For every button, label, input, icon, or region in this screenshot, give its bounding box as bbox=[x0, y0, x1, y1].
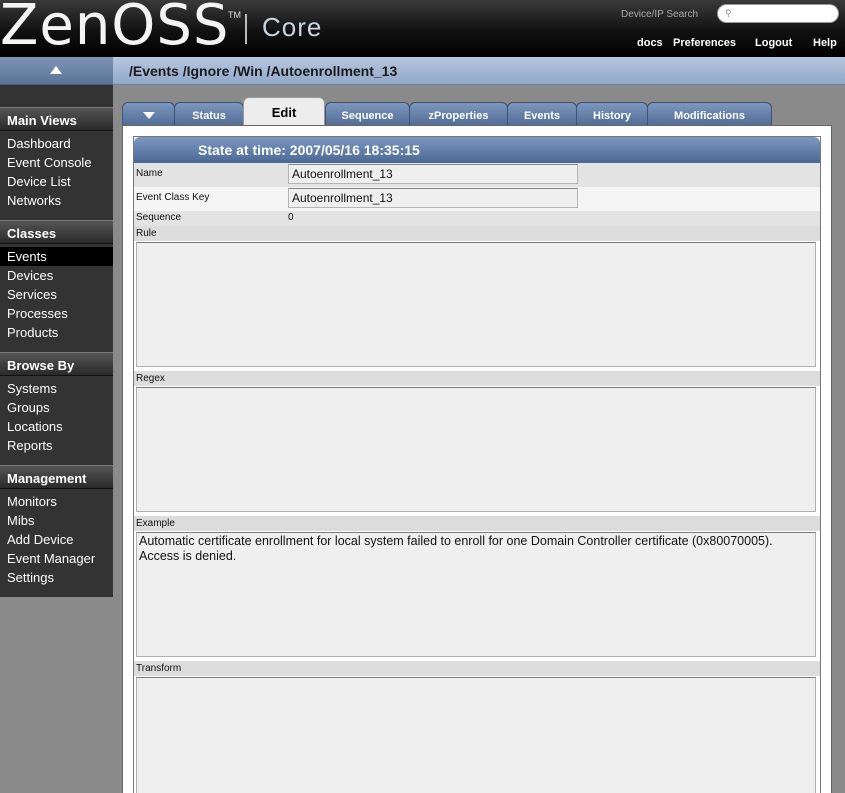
tab-menu-dropdown[interactable] bbox=[122, 102, 175, 126]
search-label: Device/IP Search bbox=[621, 9, 699, 20]
sidebar-item-event-console[interactable]: Event Console bbox=[0, 153, 113, 172]
search-box[interactable]: ⚲ bbox=[717, 4, 839, 23]
breadcrumb: /Events /Ignore /Win /Autoenrollment_13 bbox=[129, 63, 398, 79]
transform-label: Transform bbox=[134, 661, 820, 676]
example-textarea[interactable]: Automatic certificate enrollment for loc… bbox=[136, 532, 816, 657]
search-input[interactable] bbox=[736, 7, 831, 21]
sequence-value: 0 bbox=[288, 212, 294, 223]
sidebar-item-events[interactable]: Events bbox=[0, 247, 113, 266]
sidebar-item-device-list[interactable]: Device List bbox=[0, 172, 113, 191]
tab-sequence[interactable]: Sequence bbox=[325, 102, 410, 126]
tab-history[interactable]: History bbox=[576, 102, 648, 126]
transform-textarea[interactable] bbox=[136, 677, 816, 793]
sidebar: Main Views Dashboard Event Console Devic… bbox=[0, 85, 113, 597]
logo-divider bbox=[245, 14, 247, 44]
sidebar-item-networks[interactable]: Networks bbox=[0, 191, 113, 210]
sidebar-item-groups[interactable]: Groups bbox=[0, 398, 113, 417]
logo-trademark: TM bbox=[228, 10, 241, 20]
sidebar-section-main-views: Main Views bbox=[0, 107, 113, 131]
name-field[interactable] bbox=[288, 164, 578, 184]
tab-modifications[interactable]: Modifications bbox=[647, 102, 772, 126]
edit-form: State at time: 2007/05/16 18:35:15 Name … bbox=[133, 136, 821, 793]
regex-textarea[interactable] bbox=[136, 387, 816, 512]
dropdown-arrow-icon bbox=[142, 112, 155, 119]
sidebar-section-browse-by: Browse By bbox=[0, 352, 113, 376]
tab-zproperties[interactable]: zProperties bbox=[409, 102, 508, 126]
tab-bar: Status Edit Sequence zProperties Events … bbox=[122, 97, 772, 127]
sidebar-section-management: Management bbox=[0, 465, 113, 489]
event-class-key-label: Event Class Key bbox=[136, 192, 210, 203]
sidebar-item-services[interactable]: Services bbox=[0, 285, 113, 304]
sidebar-item-event-manager[interactable]: Event Manager bbox=[0, 549, 113, 568]
collapse-arrow-icon bbox=[50, 66, 62, 74]
rule-label: Rule bbox=[134, 226, 820, 241]
name-label: Name bbox=[136, 168, 163, 179]
app-header: ZenOSS TM Core Device/IP Search ⚲ docs P… bbox=[0, 0, 845, 58]
preferences-link[interactable]: Preferences bbox=[673, 37, 736, 49]
sidebar-section-classes: Classes bbox=[0, 220, 113, 244]
logout-link[interactable]: Logout bbox=[755, 37, 792, 49]
regex-label: Regex bbox=[134, 371, 820, 386]
tab-events[interactable]: Events bbox=[507, 102, 577, 126]
sequence-label: Sequence bbox=[136, 212, 182, 223]
sidebar-item-settings[interactable]: Settings bbox=[0, 568, 113, 587]
sidebar-item-products[interactable]: Products bbox=[0, 323, 113, 342]
sidebar-item-dashboard[interactable]: Dashboard bbox=[0, 134, 113, 153]
sidebar-item-monitors[interactable]: Monitors bbox=[0, 492, 113, 511]
help-link[interactable]: Help bbox=[813, 37, 837, 49]
sidebar-item-mibs[interactable]: Mibs bbox=[0, 511, 113, 530]
breadcrumb-bar: /Events /Ignore /Win /Autoenrollment_13 bbox=[113, 57, 845, 85]
search-icon: ⚲ bbox=[725, 8, 732, 18]
sidebar-item-processes[interactable]: Processes bbox=[0, 304, 113, 323]
sidebar-item-locations[interactable]: Locations bbox=[0, 417, 113, 436]
state-title: State at time: 2007/05/16 18:35:15 bbox=[134, 137, 820, 163]
tab-edit[interactable]: Edit bbox=[243, 97, 325, 127]
docs-link[interactable]: docs bbox=[637, 37, 663, 49]
tab-status[interactable]: Status bbox=[174, 102, 244, 126]
content-panel: State at time: 2007/05/16 18:35:15 Name … bbox=[122, 125, 832, 793]
sidebar-item-systems[interactable]: Systems bbox=[0, 379, 113, 398]
zenoss-logo: ZenOSS bbox=[0, 0, 230, 58]
event-class-key-field[interactable] bbox=[288, 188, 578, 208]
sidebar-item-add-device[interactable]: Add Device bbox=[0, 530, 113, 549]
sidebar-item-reports[interactable]: Reports bbox=[0, 436, 113, 455]
product-name: Core bbox=[262, 12, 323, 42]
example-label: Example bbox=[134, 516, 820, 531]
sidebar-item-devices[interactable]: Devices bbox=[0, 266, 113, 285]
rule-textarea[interactable] bbox=[136, 242, 816, 367]
collapse-sidebar-button[interactable] bbox=[0, 57, 113, 85]
sequence-row bbox=[134, 211, 820, 226]
